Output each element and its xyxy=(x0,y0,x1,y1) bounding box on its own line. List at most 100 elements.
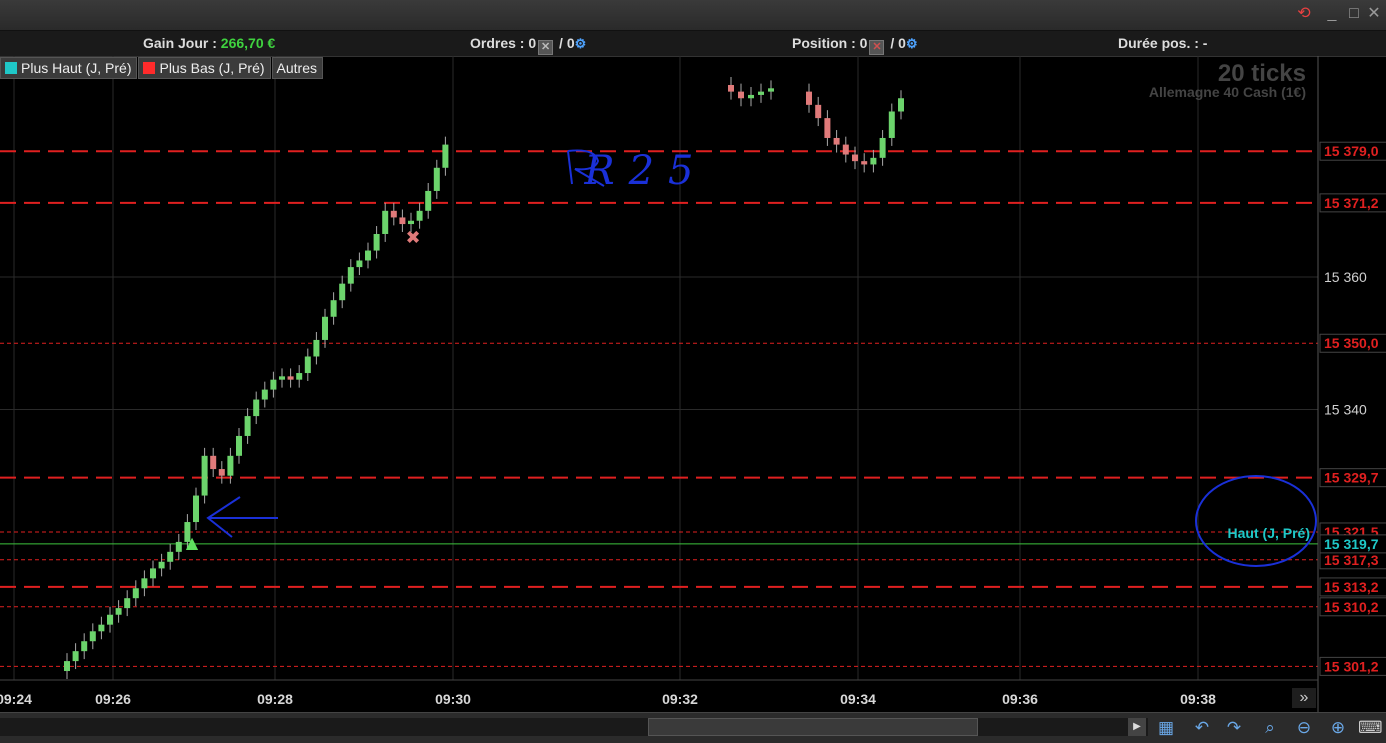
candle-up xyxy=(879,137,886,158)
close-position-icon[interactable]: ✕ xyxy=(869,40,885,55)
daily-gain-label: Gain Jour : xyxy=(143,35,217,51)
zoom-in-icon[interactable]: ⊕ xyxy=(1326,717,1350,739)
pen-arrow xyxy=(206,496,278,538)
price-level-label: 15 313,2 xyxy=(1324,579,1379,595)
candle-up xyxy=(339,283,346,301)
x-tick-label: 09:34 xyxy=(840,691,876,707)
instrument-watermark: Allemagne 40 Cash (1€) xyxy=(1148,84,1306,100)
position-total: / 0 xyxy=(890,35,906,51)
position-settings-icon[interactable]: ⚙ xyxy=(906,36,918,51)
candle-up xyxy=(124,598,131,609)
price-level-label: 15 371,2 xyxy=(1324,195,1379,211)
candle-up xyxy=(758,91,764,95)
candle-down xyxy=(728,85,734,92)
bottom-toolbar: ▶ ▦ ↶ ↷ ⌕ ⊖ ⊕ ⌨ xyxy=(0,712,1386,743)
candle-up xyxy=(382,210,389,234)
legend-label-haut: Plus Haut (J, Pré) xyxy=(21,60,132,76)
y-tick-label: 15 340 xyxy=(1324,401,1367,417)
candle-up xyxy=(201,455,208,496)
x-tick-label: 09:24 xyxy=(0,691,32,707)
candle-up xyxy=(193,495,199,523)
handwritten-r25-text: R25 xyxy=(583,148,707,194)
candle-up xyxy=(81,641,88,652)
price-level-label: 15 350,0 xyxy=(1324,335,1379,351)
price-chart[interactable]: 15 379,015 371,215 350,015 329,715 321,5… xyxy=(0,56,1386,712)
candle-up xyxy=(72,651,79,662)
candle-down xyxy=(218,469,225,476)
legend-plus-bas[interactable]: Plus Bas (J, Pré) xyxy=(138,57,271,79)
keyboard-icon[interactable]: ⌨ xyxy=(1358,717,1383,739)
sync-icon[interactable]: ⟲ xyxy=(1294,4,1314,24)
position-count: 0 xyxy=(859,35,868,51)
legend-label-autres: Autres xyxy=(276,60,317,76)
candle-up xyxy=(261,389,268,400)
candle-up xyxy=(322,316,328,340)
title-bar: ⟲ _ □ ✕ xyxy=(0,0,1386,31)
candle-up xyxy=(408,220,414,225)
price-level-label: 15 317,3 xyxy=(1324,552,1379,568)
maximize-button[interactable]: □ xyxy=(1344,4,1364,24)
x-tick-label: 09:28 xyxy=(257,691,293,707)
candle-up xyxy=(304,356,311,374)
candle-up xyxy=(425,190,432,211)
close-button[interactable]: ✕ xyxy=(1364,4,1384,24)
candle-up xyxy=(98,624,105,632)
pen-annotations: R25 xyxy=(206,148,1317,567)
candle-up xyxy=(313,339,320,357)
candle-down xyxy=(738,91,744,99)
candle-up xyxy=(150,568,156,579)
pen-circle xyxy=(1195,475,1317,567)
x-tick-label: 09:38 xyxy=(1180,691,1216,707)
legend-swatch-bas xyxy=(143,62,156,74)
candle-up xyxy=(227,455,234,476)
candle-up xyxy=(347,267,354,284)
indicator-legend: Plus Haut (J, Pré) Plus Bas (J, Pré) Aut… xyxy=(0,57,324,79)
candle-down xyxy=(824,118,831,138)
haut-level-value: 15 319,7 xyxy=(1324,536,1379,552)
position-duration: Durée pos. : - xyxy=(1118,35,1208,51)
candle-up xyxy=(888,111,895,138)
candle-up xyxy=(748,94,754,99)
position-info: Position : 0 ✕ / 0⚙ xyxy=(792,35,918,55)
candle-up xyxy=(356,260,363,268)
orders-settings-icon[interactable]: ⚙ xyxy=(575,36,587,51)
candle-down xyxy=(852,154,858,162)
zoom-out-icon[interactable]: ⊖ xyxy=(1292,717,1316,739)
undo-icon[interactable]: ↶ xyxy=(1190,717,1214,739)
scroll-to-end-button[interactable]: » xyxy=(1292,688,1316,708)
price-level-label: 15 329,7 xyxy=(1324,470,1379,486)
y-tick-label: 15 360 xyxy=(1324,269,1367,285)
orders-info: Ordres : 0 ✕ / 0⚙ xyxy=(470,35,586,55)
candle-up xyxy=(768,88,774,92)
legend-autres[interactable]: Autres xyxy=(271,57,323,79)
candle-up xyxy=(433,167,440,191)
candle-down xyxy=(861,161,868,165)
orders-count: 0 xyxy=(528,35,537,51)
candle-down xyxy=(815,104,822,119)
x-tick-label: 09:26 xyxy=(95,691,131,707)
x-tick-label: 09:32 xyxy=(662,691,698,707)
calendar-icon[interactable]: ▦ xyxy=(1154,717,1178,739)
candle-up xyxy=(870,157,877,165)
zoom-fit-icon[interactable]: ⌕ xyxy=(1258,717,1282,739)
candle-up xyxy=(158,561,165,569)
candle-up xyxy=(107,614,113,625)
minimize-button[interactable]: _ xyxy=(1322,4,1342,24)
candle-up xyxy=(244,416,251,436)
candle-up xyxy=(416,210,423,221)
legend-plus-haut[interactable]: Plus Haut (J, Pré) xyxy=(0,57,138,79)
position-label: Position : xyxy=(792,35,856,51)
candle-up xyxy=(279,376,285,380)
candle-up xyxy=(296,373,303,380)
redo-icon[interactable]: ↷ xyxy=(1222,717,1246,739)
scroll-thumb[interactable] xyxy=(648,718,978,736)
haut-level-tag: Haut (J, Pré) xyxy=(1228,525,1310,541)
scroll-right-arrow-icon[interactable]: ▶ xyxy=(1128,718,1146,736)
candle-down xyxy=(806,91,812,105)
candle-up xyxy=(141,578,148,589)
candle-up xyxy=(442,144,449,168)
candle-up xyxy=(898,98,904,112)
candle-up xyxy=(373,233,380,251)
cancel-orders-icon[interactable]: ✕ xyxy=(538,40,554,55)
candle-up xyxy=(270,379,277,390)
